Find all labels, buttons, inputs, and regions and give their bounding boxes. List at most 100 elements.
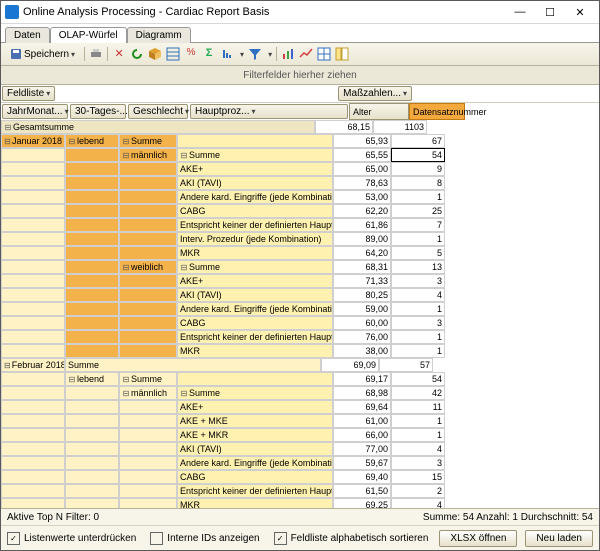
tab-diagram[interactable]: Diagramm <box>127 27 191 43</box>
row-label <box>119 190 177 204</box>
pivot-grid[interactable]: ⊟Gesamtsumme68,151103⊟Januar 2018⊟lebend… <box>1 120 599 508</box>
table-row[interactable]: Interv. Prozedur (jede Kombination)89,00… <box>1 232 599 246</box>
table-row[interactable]: Entspricht keiner der definierten Hauptp… <box>1 330 599 344</box>
collapse-icon[interactable]: ⊟ <box>4 361 11 370</box>
row-label <box>65 330 119 344</box>
table-row[interactable]: MKR38,001 <box>1 344 599 358</box>
table-row[interactable]: ⊟männlich⊟Summe68,9842 <box>1 386 599 400</box>
col-datensatznummer[interactable]: Datensatznummer <box>409 103 465 120</box>
collapse-icon[interactable]: ⊟ <box>68 137 76 146</box>
maximize-button[interactable]: ☐ <box>535 3 565 21</box>
table-row[interactable]: AKI (TAVI)77,004 <box>1 442 599 456</box>
chart-line-icon[interactable] <box>299 47 313 61</box>
collapse-icon[interactable]: ⊟ <box>68 375 76 384</box>
xlsx-open-button[interactable]: XLSX öffnen <box>439 530 517 547</box>
row-label: AKI (TAVI) <box>177 176 333 190</box>
chevron-down-icon: ▾ <box>403 89 407 98</box>
row-label <box>1 442 65 456</box>
refresh-icon[interactable] <box>130 47 144 61</box>
value-cell: 65,93 <box>333 134 391 148</box>
collapse-icon[interactable]: ⊟ <box>122 375 130 384</box>
table-row[interactable]: ⊟weiblich⊟Summe68,3113 <box>1 260 599 274</box>
dim-jahrmonat[interactable]: JahrMonat...▾ <box>2 104 68 119</box>
table-row[interactable]: ⊟lebend⊟Summe69,1754 <box>1 372 599 386</box>
reload-button[interactable]: Neu laden <box>525 530 593 547</box>
dim-30tage[interactable]: 30-Tages-...▾ <box>70 104 126 119</box>
table-row[interactable]: MKR64,205 <box>1 246 599 260</box>
dim-geschlecht[interactable]: Geschlecht▾ <box>128 104 188 119</box>
table-icon[interactable] <box>317 47 331 61</box>
collapse-icon[interactable]: ⊟ <box>122 263 130 272</box>
value-cell: 67 <box>391 134 445 148</box>
delete-icon[interactable]: ✕ <box>112 47 126 61</box>
chart-bar-icon[interactable] <box>281 47 295 61</box>
print-icon[interactable] <box>89 47 103 61</box>
checkbox-icon: ✓ <box>274 532 287 545</box>
chk-feldliste-sort[interactable]: ✓ Feldliste alphabetisch sortieren <box>274 532 429 545</box>
selection-status: Summe: 54 Anzahl: 1 Durchschnitt: 54 <box>423 512 593 523</box>
chk-interneids[interactable]: Interne IDs anzeigen <box>150 532 259 545</box>
sort-asc-icon[interactable] <box>220 47 234 61</box>
value-cell: 42 <box>391 386 445 400</box>
row-label: ⊟lebend <box>65 372 119 386</box>
chk-listenwerte[interactable]: ✓ Listenwerte unterdrücken <box>7 532 136 545</box>
row-label <box>1 316 65 330</box>
collapse-icon[interactable]: ⊟ <box>122 151 130 160</box>
table-row[interactable]: AKE + MKE61,001 <box>1 414 599 428</box>
collapse-icon[interactable]: ⊟ <box>4 137 11 146</box>
collapse-icon[interactable]: ⊟ <box>180 151 188 160</box>
table-row[interactable]: AKI (TAVI)78,638 <box>1 176 599 190</box>
collapse-icon[interactable]: ⊟ <box>180 389 188 398</box>
sigma-icon[interactable]: Σ <box>202 47 216 61</box>
filter-icon[interactable] <box>248 47 262 61</box>
table-row[interactable]: ⊟männlich⊟Summe65,5554 <box>1 148 599 162</box>
table-row[interactable]: AKE+65,009 <box>1 162 599 176</box>
table-row[interactable]: Entspricht keiner der definierten Hauptp… <box>1 484 599 498</box>
percent-icon[interactable]: % <box>184 47 198 61</box>
collapse-icon[interactable]: ⊟ <box>4 123 12 132</box>
value-cell: 61,86 <box>333 218 391 232</box>
table-row[interactable]: Entspricht keiner der definierten Hauptp… <box>1 218 599 232</box>
row-label <box>65 176 119 190</box>
filter-drop-area[interactable]: Filterfelder hierher ziehen <box>1 66 599 85</box>
tab-daten[interactable]: Daten <box>5 27 50 43</box>
pivot-icon[interactable] <box>335 47 349 61</box>
table-row[interactable]: Andere kard. Eingriffe (jede Kombination… <box>1 190 599 204</box>
table-row[interactable]: ⊟Gesamtsumme68,151103 <box>1 120 599 134</box>
table-row[interactable]: Andere kard. Eingriffe (jede Kombination… <box>1 302 599 316</box>
save-button[interactable]: Speichern ▾ <box>5 46 80 62</box>
minimize-button[interactable]: — <box>505 3 535 21</box>
collapse-icon[interactable]: ⊟ <box>122 137 130 146</box>
dim-hauptproz[interactable]: Hauptproz...▾ <box>190 104 348 119</box>
table-row[interactable]: Andere kard. Eingriffe (jede Kombination… <box>1 456 599 470</box>
table-row[interactable]: ⊟Januar 2018⊟lebend⊟Summe65,9367 <box>1 134 599 148</box>
col-alter[interactable]: Alter <box>349 103 409 120</box>
grid-icon[interactable] <box>166 47 180 61</box>
titlebar: Online Analysis Processing - Cardiac Rep… <box>1 1 599 24</box>
table-row[interactable]: CABG60,003 <box>1 316 599 330</box>
separator <box>84 47 85 61</box>
checkbox-icon: ✓ <box>7 532 20 545</box>
value-cell: 1103 <box>373 120 427 134</box>
table-row[interactable]: AKE+69,6411 <box>1 400 599 414</box>
fieldlist-button[interactable]: Feldliste ▾ <box>2 86 55 101</box>
cube-icon[interactable] <box>148 47 162 61</box>
tab-olap[interactable]: OLAP-Würfel <box>50 27 127 43</box>
table-row[interactable]: CABG69,4015 <box>1 470 599 484</box>
row-label: MKR <box>177 246 333 260</box>
measures-button[interactable]: Maßzahlen... ▾ <box>338 86 412 101</box>
table-row[interactable]: AKE+71,333 <box>1 274 599 288</box>
table-row[interactable]: MKR69,254 <box>1 498 599 508</box>
table-row[interactable]: ⊟Februar 2018Summe69,0957 <box>1 358 599 372</box>
table-row[interactable]: CABG62,2025 <box>1 204 599 218</box>
row-label: AKE+ <box>177 274 333 288</box>
table-row[interactable]: AKI (TAVI)80,254 <box>1 288 599 302</box>
table-row[interactable]: AKE + MKR66,001 <box>1 428 599 442</box>
collapse-icon[interactable]: ⊟ <box>122 389 130 398</box>
value-cell: 4 <box>391 442 445 456</box>
row-label: AKE+ <box>177 162 333 176</box>
row-label <box>1 498 65 508</box>
collapse-icon[interactable]: ⊟ <box>180 263 188 272</box>
close-button[interactable]: ✕ <box>565 3 595 21</box>
row-label <box>1 470 65 484</box>
